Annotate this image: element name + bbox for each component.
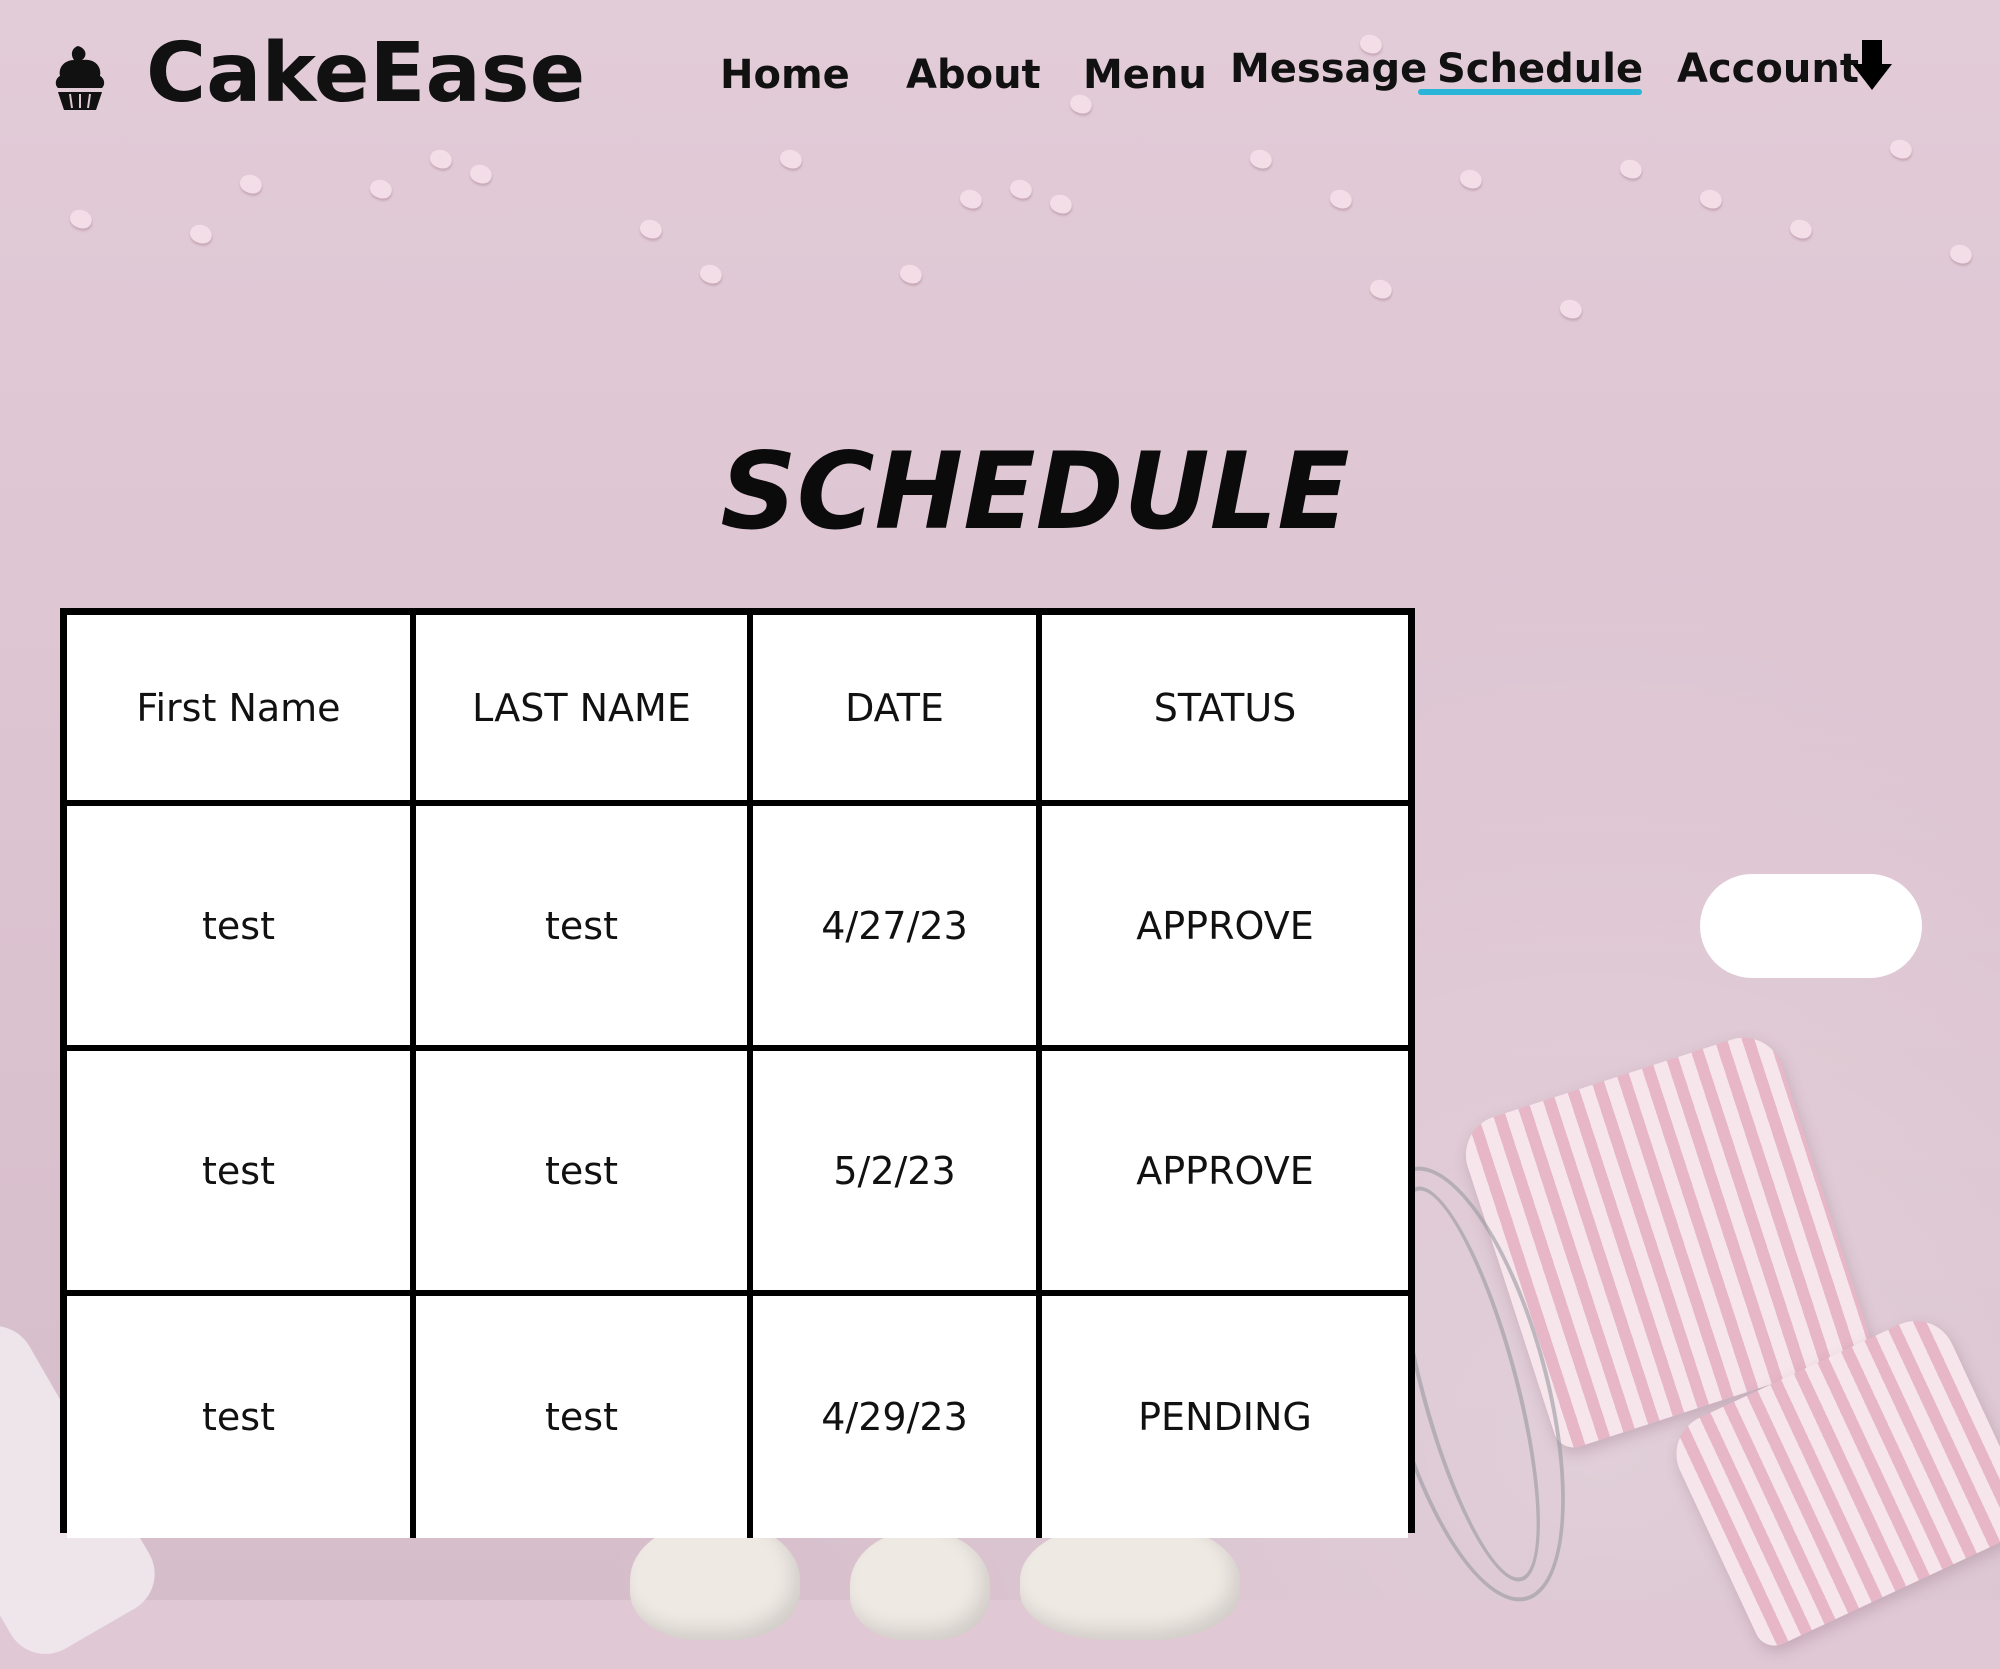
sprinkle-decoration: [67, 206, 95, 232]
nav-home[interactable]: Home: [720, 52, 850, 98]
cell-status: APPROVE: [1036, 1045, 1408, 1296]
cell-first-name: test: [67, 1290, 416, 1538]
sprinkle-decoration: [367, 176, 395, 202]
column-header-date: DATE: [747, 615, 1042, 806]
column-header-status: STATUS: [1036, 615, 1408, 806]
sprinkle-decoration: [1007, 176, 1035, 202]
table-header-row: First Name LAST NAME DATE STATUS: [67, 615, 1408, 806]
sprinkle-decoration: [1457, 166, 1485, 192]
schedule-table: First Name LAST NAME DATE STATUS test te…: [60, 608, 1415, 1538]
nav-message[interactable]: Message: [1230, 46, 1427, 92]
sprinkle-decoration: [1617, 156, 1645, 182]
brand-name[interactable]: CakeEase: [146, 26, 585, 121]
cell-status: APPROVE: [1036, 800, 1408, 1051]
cell-last-name: test: [410, 800, 753, 1051]
active-nav-indicator: [1418, 89, 1642, 95]
egg-decoration: [1020, 1520, 1240, 1640]
sprinkle-decoration: [427, 146, 455, 172]
sprinkle-decoration: [1247, 146, 1275, 172]
sprinkle-decoration: [1947, 241, 1975, 267]
sprinkle-decoration: [187, 221, 215, 247]
page-title: SCHEDULE: [720, 430, 1350, 553]
sprinkle-decoration: [1327, 186, 1355, 212]
sprinkle-decoration: [777, 146, 805, 172]
sprinkle-decoration: [637, 216, 665, 242]
sprinkle-decoration: [957, 186, 985, 212]
sprinkle-decoration: [897, 261, 925, 287]
sprinkle-decoration: [467, 161, 495, 187]
nav-about[interactable]: About: [906, 52, 1041, 98]
cell-date: 4/27/23: [747, 800, 1042, 1051]
sprinkle-decoration: [697, 261, 725, 287]
cell-date: 5/2/23: [747, 1045, 1042, 1296]
egg-decoration: [630, 1520, 800, 1640]
sprinkle-decoration: [1047, 191, 1075, 217]
sprinkle-decoration: [237, 171, 265, 197]
column-header-first-name: First Name: [67, 615, 416, 806]
cell-last-name: test: [410, 1290, 753, 1538]
cell-status: PENDING: [1036, 1290, 1408, 1538]
sprinkle-decoration: [1367, 276, 1395, 302]
cell-first-name: test: [67, 1045, 416, 1296]
cell-last-name: test: [410, 1045, 753, 1296]
egg-decoration: [850, 1530, 990, 1640]
cell-first-name: test: [67, 800, 416, 1051]
cell-date: 4/29/23: [747, 1290, 1042, 1538]
sprinkle-decoration: [1697, 186, 1725, 212]
arrow-down-icon[interactable]: [1850, 38, 1894, 92]
table-row: test test 5/2/23 APPROVE: [67, 1045, 1408, 1296]
sprinkle-decoration: [1787, 216, 1815, 242]
nav-account[interactable]: Account: [1677, 46, 1859, 92]
nav-menu[interactable]: Menu: [1083, 52, 1207, 98]
cupcake-icon[interactable]: [48, 42, 112, 112]
side-action-button[interactable]: [1700, 874, 1922, 978]
nav-schedule[interactable]: Schedule: [1437, 46, 1643, 92]
table-row: test test 4/29/23 PENDING: [67, 1290, 1408, 1538]
top-navbar: CakeEase Home About Menu Message Schedul…: [0, 0, 2000, 150]
sprinkle-decoration: [1557, 296, 1585, 322]
table-row: test test 4/27/23 APPROVE: [67, 800, 1408, 1051]
column-header-last-name: LAST NAME: [410, 615, 753, 806]
